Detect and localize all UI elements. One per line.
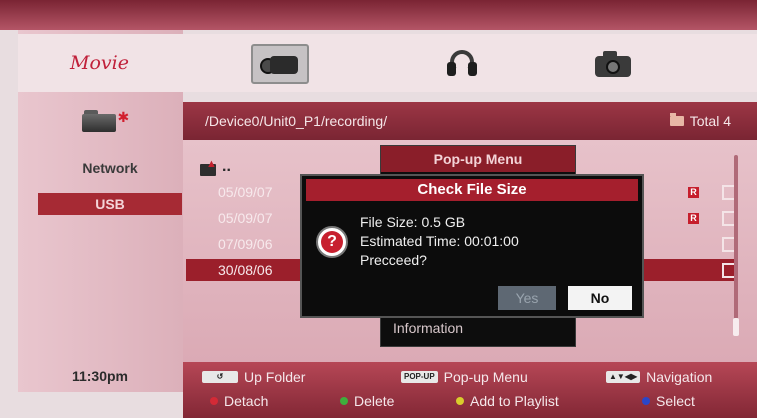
- parent-folder-row[interactable]: ▲ ..: [200, 158, 231, 176]
- total-label: Total 4: [689, 113, 731, 129]
- legend-navigation-label: Navigation: [646, 369, 713, 385]
- folder-icon: [669, 113, 684, 126]
- section-title: Movie: [70, 52, 129, 74]
- scrollbar[interactable]: [734, 155, 738, 335]
- sidebar-item-usb[interactable]: USB: [38, 193, 182, 215]
- total-count: Total 4: [669, 113, 731, 129]
- camcorder-icon: [260, 52, 300, 76]
- legend-add-to-playlist-label: Add to Playlist: [470, 393, 559, 409]
- green-button-icon: [340, 397, 348, 405]
- file-date: 07/09/06: [218, 236, 273, 252]
- no-button[interactable]: No: [568, 286, 632, 310]
- legend-delete-label: Delete: [354, 393, 395, 409]
- proceed-prompt: Precceed?: [360, 252, 427, 268]
- current-path: /Device0/Unit0_P1/recording/: [205, 113, 388, 129]
- menu-item-information[interactable]: Information: [393, 320, 463, 336]
- popup-key-icon: POP-UP: [401, 371, 438, 383]
- yes-button[interactable]: Yes: [498, 286, 556, 310]
- question-icon: ?: [316, 226, 348, 258]
- clock: 11:30pm: [71, 368, 129, 384]
- music-tab[interactable]: [433, 44, 491, 84]
- check-file-size-dialog: Check File Size ? File Size: 0.5 GB Esti…: [300, 174, 644, 318]
- legend-detach-label: Detach: [224, 393, 269, 409]
- record-badge: R: [688, 186, 699, 198]
- legend-up-folder: ↺ Up Folder: [202, 369, 305, 385]
- legend-add-to-playlist: Add to Playlist: [456, 393, 559, 409]
- return-key-icon: ↺: [202, 371, 238, 383]
- legend-popup-label: Pop-up Menu: [443, 369, 528, 385]
- tv-screen: Movie ✱ Network USB /Device0/Unit0_P1/re…: [0, 0, 757, 418]
- estimated-time-text: Estimated Time: 00:01:00: [360, 233, 519, 249]
- record-badge: R: [688, 212, 699, 224]
- arrow-keys-icon: ▲▼◀▶: [606, 371, 641, 383]
- sidebar-item-network[interactable]: Network: [38, 157, 182, 179]
- section-header: Movie: [18, 34, 183, 92]
- legend-popup: POP-UP Pop-up Menu: [401, 369, 528, 385]
- legend-delete: Delete: [340, 393, 394, 409]
- source-folder[interactable]: ✱: [18, 102, 183, 140]
- up-folder-icon: ▲: [200, 159, 218, 176]
- top-band: [0, 0, 757, 30]
- legend-select: Select: [642, 393, 695, 409]
- yellow-button-icon: [456, 397, 464, 405]
- file-date: 05/09/07: [218, 210, 273, 226]
- folder-icon: ✱: [81, 110, 129, 132]
- file-date: 05/09/07: [218, 184, 273, 200]
- movie-tab[interactable]: [251, 44, 309, 84]
- legend-detach: Detach: [210, 393, 268, 409]
- legend-up-folder-label: Up Folder: [244, 369, 306, 385]
- path-bar: /Device0/Unit0_P1/recording/ Total 4: [183, 102, 757, 140]
- file-size-text: File Size: 0.5 GB: [360, 214, 466, 230]
- file-date: 30/08/06: [218, 262, 273, 278]
- headphones-icon: [447, 50, 477, 78]
- photo-tab[interactable]: [584, 44, 642, 84]
- camera-icon: [595, 51, 631, 77]
- red-button-icon: [210, 397, 218, 405]
- dialog-title: Check File Size: [306, 179, 638, 201]
- parent-folder-label: ..: [222, 158, 231, 175]
- scrollbar-thumb[interactable]: [733, 318, 739, 336]
- legend-select-label: Select: [656, 393, 695, 409]
- blue-button-icon: [642, 397, 650, 405]
- legend-navigation: ▲▼◀▶ Navigation: [606, 369, 712, 385]
- popup-menu-title: Pop-up Menu: [381, 146, 575, 172]
